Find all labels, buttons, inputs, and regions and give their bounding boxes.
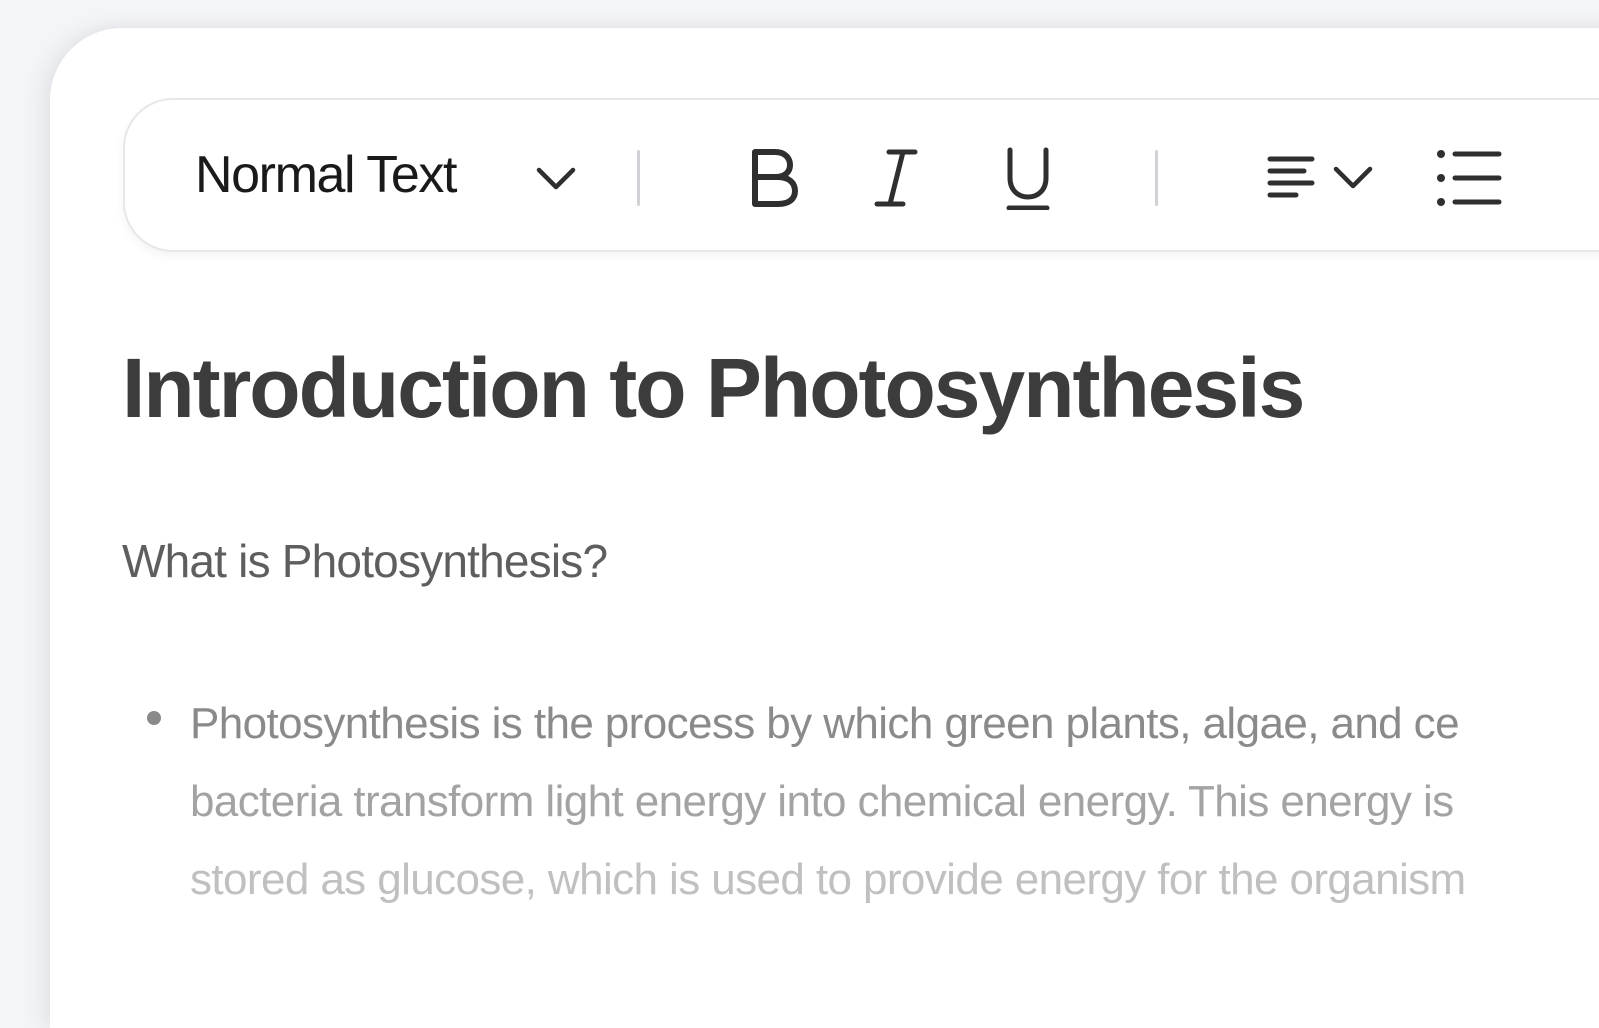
align-left-icon [1267,156,1315,198]
bullet-list-button[interactable] [1431,140,1507,216]
bullet-marker [147,711,161,725]
text-style-label: Normal Text [195,146,457,204]
formatting-toolbar: Normal Text [123,98,1599,252]
italic-button[interactable] [861,140,931,216]
italic-icon [874,149,918,207]
document-title[interactable]: Introduction to Photosynthesis [122,346,1305,430]
text-style-dropdown[interactable]: Normal Text [195,140,457,210]
paragraph-line[interactable]: Photosynthesis is the process by which g… [190,702,1460,746]
paragraph-line[interactable]: stored as glucose, which is used to prov… [190,858,1466,902]
bold-icon [752,149,798,207]
paragraph-line[interactable]: bacteria transform light energy into che… [190,780,1454,824]
chevron-down-icon[interactable] [533,162,579,196]
editor-card: Normal Text Introduction to Photosynthes… [50,28,1599,1028]
underline-button[interactable] [993,140,1063,216]
chevron-down-icon [1333,166,1373,189]
bullet-list-icon [1437,150,1502,206]
bold-button[interactable] [733,140,813,216]
document-subheading[interactable]: What is Photosynthesis? [122,538,608,584]
underline-icon [1006,147,1050,210]
toolbar-divider [1155,150,1158,206]
toolbar-divider [637,150,640,206]
align-dropdown-button[interactable] [1250,140,1390,216]
